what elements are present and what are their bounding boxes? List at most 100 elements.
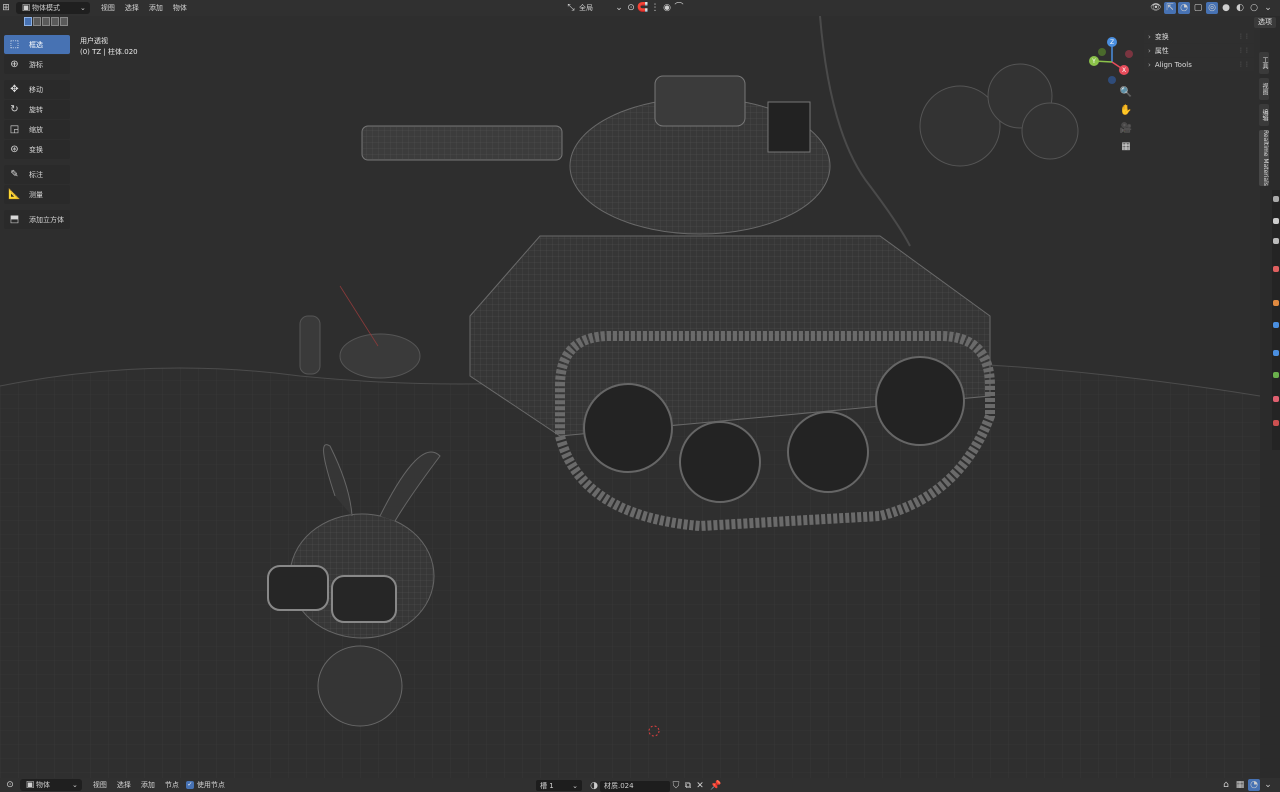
drag-handle-icon[interactable]: ⋮⋮ [1238, 61, 1250, 68]
tool-select-box[interactable]: ⬚ 框选 [4, 35, 70, 54]
panel-transform[interactable]: › 变换 ⋮⋮ [1144, 30, 1254, 43]
fake-user-shield-icon[interactable]: ⛉ [670, 780, 682, 792]
select-invert-icon[interactable] [51, 17, 59, 26]
shading-options-icon[interactable]: ⌄ [1262, 2, 1274, 14]
snap-target-icon[interactable]: ▦ [1234, 779, 1246, 791]
tab-edit[interactable]: 编辑 [1259, 104, 1269, 126]
solid-shading-icon[interactable]: ● [1220, 2, 1232, 14]
chevron-right-icon: › [1148, 60, 1151, 69]
chevron-down-icon[interactable]: ⌄ [1262, 779, 1274, 791]
chevron-right-icon: › [1148, 46, 1151, 55]
xray-icon[interactable]: ▢ [1192, 2, 1204, 14]
select-new-icon[interactable] [24, 17, 32, 26]
tab-tool[interactable]: 工具 [1259, 52, 1269, 74]
select-extend-icon[interactable] [33, 17, 41, 26]
modifier-properties-icon[interactable] [1273, 322, 1279, 328]
menu-node[interactable]: 节点 [160, 780, 184, 790]
select-intersect-icon[interactable] [60, 17, 68, 26]
overlay-toggle-icon[interactable]: ◔ [1248, 779, 1260, 791]
tool-label: 测量 [29, 190, 43, 199]
tool-properties-icon[interactable] [1273, 196, 1279, 202]
menu-object[interactable]: 物体 [168, 3, 192, 13]
menu-select[interactable]: 选择 [120, 3, 144, 13]
panel-align-tools[interactable]: › Align Tools ⋮⋮ [1144, 58, 1254, 71]
texture-properties-icon[interactable] [1273, 420, 1279, 426]
drag-handle-icon[interactable]: ⋮⋮ [1238, 33, 1250, 40]
tab-view[interactable]: 视图 [1259, 78, 1269, 100]
navigation-gizmo[interactable]: Z Y X [1086, 36, 1138, 88]
svg-text:Z: Z [1110, 39, 1114, 46]
panel-properties[interactable]: › 属性 ⋮⋮ [1144, 44, 1254, 57]
tool-cursor[interactable]: ⊕ 游标 [4, 55, 70, 74]
panel-label: 变换 [1154, 32, 1169, 41]
drag-handle-icon[interactable]: ⋮⋮ [1238, 47, 1250, 54]
shader-type-dropdown[interactable]: ▣ 物体 ⌄ [20, 779, 82, 791]
options-button[interactable]: 选项 [1254, 17, 1276, 28]
data-properties-icon[interactable] [1273, 372, 1279, 378]
object-info: (0) TZ | 柱体.020 [80, 48, 138, 56]
3d-viewport[interactable] [0, 16, 1260, 778]
tool-label: 游标 [29, 60, 43, 69]
zoom-icon[interactable]: 🔍 [1119, 86, 1133, 100]
tool-label: 变换 [29, 145, 43, 154]
wireframe-shading-icon[interactable]: ◎ [1206, 2, 1218, 14]
snap-increment-icon[interactable]: ⋮ [649, 2, 661, 14]
tool-move[interactable]: ✥ 移动 [4, 80, 70, 99]
editor-type-icon[interactable]: ⊙ [4, 779, 16, 791]
tool-scale[interactable]: ◲ 缩放 [4, 120, 70, 139]
perspective-toggle-icon[interactable]: ▦ [1119, 140, 1133, 154]
rendered-shading-icon[interactable]: ○ [1248, 2, 1260, 14]
duplicate-icon[interactable]: ⧉ [682, 780, 694, 792]
gizmo-toggle-icon[interactable]: ⇱ [1164, 2, 1176, 14]
snap-toggle-icon[interactable]: ⌂ [1220, 779, 1232, 791]
editor-type-icon[interactable]: ⊞ [0, 2, 12, 14]
pan-hand-icon[interactable]: ✋ [1119, 104, 1133, 118]
mode-dropdown[interactable]: ▣ 物体模式 ⌄ [16, 2, 90, 14]
pivot-point-icon[interactable]: ⊙ [625, 2, 637, 14]
unlink-close-icon[interactable]: ✕ [694, 780, 706, 792]
tool-label: 移动 [29, 85, 43, 94]
tool-annotate[interactable]: ✎ 标注 [4, 165, 70, 184]
snap-icon[interactable]: 🧲 [637, 2, 649, 14]
tool-add-cube[interactable]: ⬒ 添加立方体 [4, 210, 70, 229]
menu-view[interactable]: 视图 [88, 780, 112, 790]
chevron-down-icon: ⌄ [80, 4, 86, 12]
menu-view[interactable]: 视图 [96, 3, 120, 13]
chevron-down-icon[interactable]: ⌄ [613, 2, 625, 14]
physics-properties-icon[interactable] [1273, 350, 1279, 356]
falloff-icon[interactable]: ⌒ [673, 2, 685, 14]
menu-add[interactable]: 添加 [136, 780, 160, 790]
object-properties-icon[interactable] [1273, 300, 1279, 306]
panel-label: Align Tools [1154, 60, 1192, 69]
material-name-field[interactable]: 材质.024 [600, 780, 670, 792]
material-properties-icon[interactable] [1273, 396, 1279, 402]
material-browse-icon[interactable]: ◑ [588, 780, 600, 792]
select-subtract-icon[interactable] [42, 17, 50, 26]
viewport-info: 用户透视 (0) TZ | 柱体.020 [80, 36, 138, 58]
render-properties-icon[interactable] [1273, 218, 1279, 224]
tool-transform[interactable]: ⊛ 变换 [4, 140, 70, 159]
tool-rotate[interactable]: ↻ 旋转 [4, 100, 70, 119]
tool-label: 添加立方体 [29, 215, 64, 224]
wireframe-scene [0, 16, 1260, 778]
material-shading-icon[interactable]: ◐ [1234, 2, 1246, 14]
pin-icon[interactable]: 📌 [710, 780, 722, 792]
proportional-editing-icon[interactable]: ◉ [661, 2, 673, 14]
output-properties-icon[interactable] [1273, 238, 1279, 244]
tool-measure[interactable]: 📐 测量 [4, 185, 70, 204]
orientation-icon: ⤡ [567, 3, 575, 13]
svg-text:X: X [1122, 67, 1126, 74]
menu-add[interactable]: 添加 [144, 3, 168, 13]
object-icon: ▣ [25, 780, 35, 790]
transform-orientation-label[interactable]: 全局 [579, 3, 593, 13]
tab-realtime-materials[interactable]: Realtime Materials [1259, 130, 1269, 186]
use-nodes-toggle[interactable]: ✓ 使用节点 [185, 780, 225, 790]
scene-properties-icon[interactable] [1273, 266, 1279, 272]
camera-view-icon[interactable]: 🎥 [1119, 122, 1133, 136]
slot-dropdown[interactable]: 槽 1 ⌄ [536, 780, 582, 791]
overlay-toggle-icon[interactable]: ◔ [1178, 2, 1190, 14]
visibility-icon[interactable]: 👁 [1150, 2, 1162, 14]
view-name: 用户透视 [80, 37, 108, 45]
sidebar-panel: › 变换 ⋮⋮ › 属性 ⋮⋮ › Align Tools ⋮⋮ [1144, 30, 1254, 72]
menu-select[interactable]: 选择 [112, 780, 136, 790]
